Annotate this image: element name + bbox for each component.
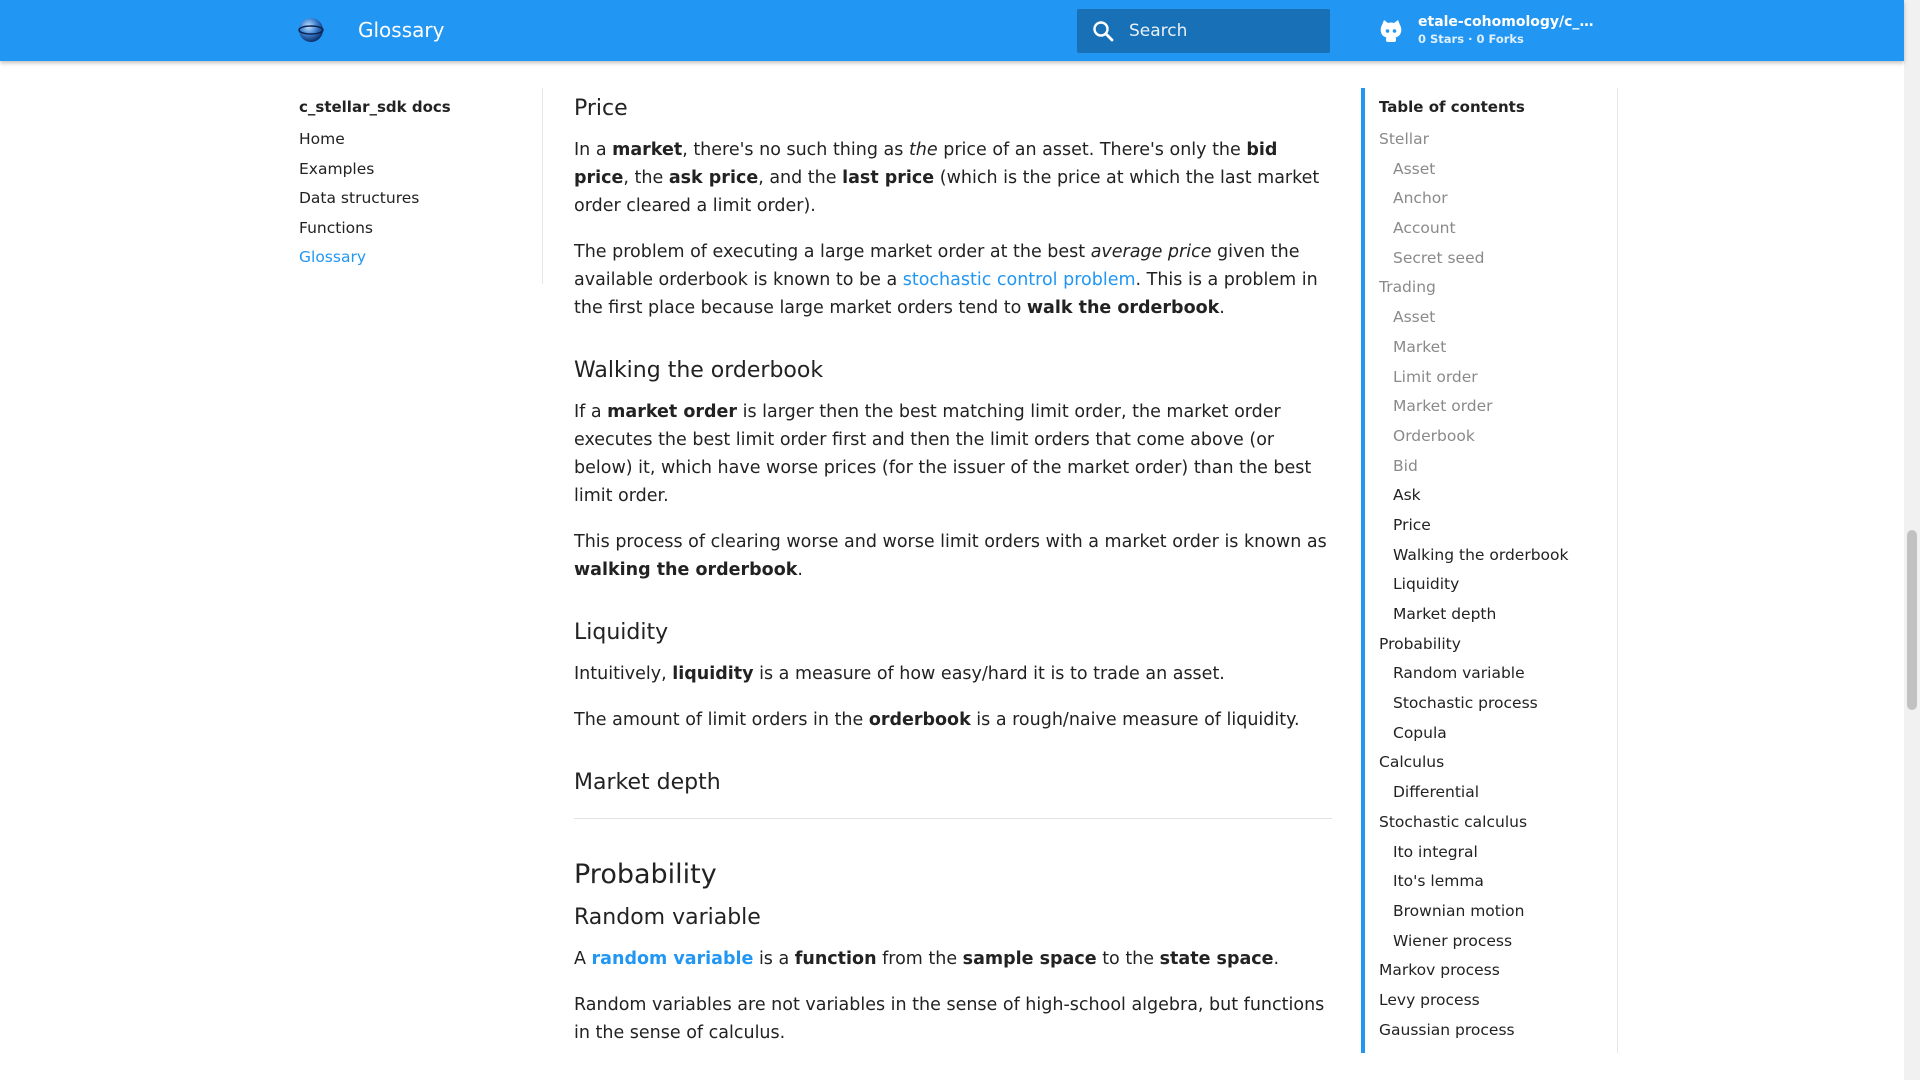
liquidity-paragraph-1: Intuitively, liquidity is a measure of h… <box>574 664 1225 684</box>
sphere-logo[interactable] <box>296 15 326 45</box>
heading-market-depth: Market depth <box>574 770 721 795</box>
page-scrollbar[interactable] <box>1904 0 1920 1080</box>
price-paragraph-1: In a market, there's no such thing as th… <box>574 140 1320 216</box>
left-nav: c_stellar_sdk docs Home Examples Data st… <box>299 98 539 276</box>
main-content: Price In a market, there's no such thing… <box>574 94 1332 1065</box>
random-variable-link[interactable]: random variable <box>592 949 754 969</box>
toc-item[interactable]: Stellar <box>1379 128 1619 158</box>
toc-item[interactable]: Secret seed <box>1379 247 1619 277</box>
toc-item[interactable]: Ito's lemma <box>1379 870 1619 900</box>
repo-link[interactable]: etale-cohomology/c_st... 0 Stars · 0 For… <box>1378 12 1608 48</box>
toc-item[interactable]: Bid <box>1379 455 1619 485</box>
page-title: Glossary <box>358 18 445 42</box>
toc-item[interactable]: Random variable <box>1379 662 1619 692</box>
search-icon <box>1093 21 1114 42</box>
toc-item[interactable]: Anchor <box>1379 187 1619 217</box>
toc-item[interactable]: Brownian motion <box>1379 900 1619 930</box>
liquidity-paragraph-2: The amount of limit orders in the orderb… <box>574 710 1300 730</box>
toc-item[interactable]: Differential <box>1379 781 1619 811</box>
toc-item[interactable]: Wiener process <box>1379 930 1619 960</box>
search-box[interactable]: Search <box>1077 9 1330 53</box>
toc-item[interactable]: Probability <box>1379 633 1619 663</box>
heading-walking-the-orderbook: Walking the orderbook <box>574 358 824 383</box>
toc-list: Stellar Asset Anchor Account Secret seed Trad… <box>1379 128 1619 1048</box>
toc-item[interactable]: Walking the orderbook <box>1379 544 1619 574</box>
top-header: Glossary Search etale-cohomology/c_st...… <box>0 0 1904 61</box>
nav-item-examples[interactable]: Examples <box>299 158 539 188</box>
toc-item[interactable]: Liquidity <box>1379 573 1619 603</box>
walking-paragraph-2: This process of clearing worse and worse… <box>574 532 1327 580</box>
heading-liquidity: Liquidity <box>574 620 669 645</box>
toc-item[interactable]: Trading <box>1379 276 1619 306</box>
price-paragraph-2: The problem of executing a large market … <box>574 242 1318 318</box>
search-placeholder[interactable]: Search <box>1129 20 1187 42</box>
toc-item[interactable]: Stochastic calculus <box>1379 811 1619 841</box>
toc-item[interactable]: Asset <box>1379 306 1619 336</box>
toc-item[interactable]: Ito integral <box>1379 841 1619 871</box>
github-octocat-icon <box>1380 20 1402 42</box>
nav-item-data-structures[interactable]: Data structures <box>299 187 539 217</box>
heading-price: Price <box>574 96 628 121</box>
toc-item[interactable]: Levy process <box>1379 989 1619 1019</box>
toc-item[interactable]: Price <box>1379 514 1619 544</box>
toc-item[interactable]: Gaussian process <box>1379 1019 1619 1049</box>
toc-item[interactable]: Market depth <box>1379 603 1619 633</box>
random-variable-paragraph-1: A random variable is a function from the… <box>574 949 1280 969</box>
nav-item-functions[interactable]: Functions <box>299 217 539 247</box>
random-variable-paragraph-2: Random variables are not variables in th… <box>574 995 1325 1043</box>
walking-paragraph-1: If a market order is larger then the bes… <box>574 402 1312 506</box>
toc-item[interactable]: Copula <box>1379 722 1619 752</box>
heading-random-variable: Random variable <box>574 905 761 930</box>
nav-title: c_stellar_sdk docs <box>299 98 451 116</box>
repo-name[interactable]: etale-cohomology/c_st... <box>1418 14 1598 30</box>
heading-probability: Probability <box>574 859 717 890</box>
toc-item[interactable]: Account <box>1379 217 1619 247</box>
toc-accent-bar <box>1361 88 1365 1053</box>
toc-item[interactable]: Asset <box>1379 158 1619 188</box>
scrollbar-thumb[interactable] <box>1907 530 1917 710</box>
toc-item[interactable]: Limit order <box>1379 366 1619 396</box>
toc-item[interactable]: Market order <box>1379 395 1619 425</box>
section-divider <box>574 818 1332 819</box>
repo-facts: 0 Stars · 0 Forks <box>1418 32 1524 46</box>
toc-title: Table of contents <box>1379 98 1525 116</box>
toc-item[interactable]: Stochastic process <box>1379 692 1619 722</box>
toc-item[interactable]: Calculus <box>1379 751 1619 781</box>
left-divider <box>542 88 543 284</box>
toc-item[interactable]: Orderbook <box>1379 425 1619 455</box>
nav-item-glossary[interactable]: Glossary <box>299 246 539 276</box>
toc-item[interactable]: Market <box>1379 336 1619 366</box>
toc-item[interactable]: Markov process <box>1379 959 1619 989</box>
toc-item[interactable]: Ask <box>1379 484 1619 514</box>
right-divider <box>1617 88 1618 1053</box>
nav-item-home[interactable]: Home <box>299 128 539 158</box>
stochastic-control-link[interactable]: stochastic control problem <box>903 270 1136 290</box>
table-of-contents: Table of contents Stellar Asset Anchor Acco… <box>1379 98 1619 1048</box>
